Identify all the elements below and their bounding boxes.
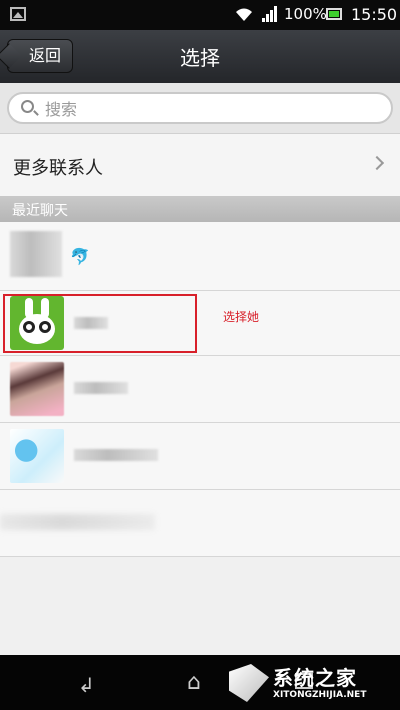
watermark-url: XITONGZHIJIA.NET xyxy=(273,690,367,700)
chevron-right-icon xyxy=(369,155,385,171)
contact-name xyxy=(74,449,158,461)
battery-icon xyxy=(326,8,342,20)
list-item[interactable]: 🐬 xyxy=(0,222,400,291)
contact-name xyxy=(0,514,155,530)
more-contacts-label: 更多联系人 xyxy=(13,158,103,179)
watermark-logo xyxy=(229,664,269,702)
page-title: 选择 xyxy=(180,46,220,70)
avatar xyxy=(10,429,64,483)
image-icon xyxy=(10,7,26,21)
list-item[interactable] xyxy=(0,423,400,490)
back-nav-icon[interactable]: ↲ xyxy=(78,673,95,697)
search-area xyxy=(0,83,400,134)
search-icon xyxy=(21,100,34,113)
wifi-icon xyxy=(234,5,254,27)
home-icon[interactable]: ⌂ xyxy=(187,670,201,695)
search-input[interactable] xyxy=(45,97,365,121)
title-bar: 返回 选择 xyxy=(0,30,400,83)
list-item[interactable] xyxy=(0,356,400,423)
dolphin-icon: 🐬 xyxy=(70,247,90,266)
signal-icon xyxy=(260,6,278,26)
highlight-box xyxy=(3,294,197,353)
avatar xyxy=(10,231,62,277)
watermark: 系统之家 XITONGZHIJIA.NET xyxy=(225,656,400,710)
battery-percent: 100% xyxy=(284,5,327,23)
list-item[interactable] xyxy=(0,490,400,557)
annotation-text: 选择她 xyxy=(223,310,260,324)
search-box[interactable] xyxy=(7,92,393,124)
status-bar: 100% 15:50 xyxy=(0,0,400,30)
watermark-text: 系统之家 xyxy=(273,666,357,690)
section-header: 最近聊天 xyxy=(0,196,400,222)
avatar xyxy=(10,362,64,416)
section-title: 最近聊天 xyxy=(12,203,68,219)
more-contacts-row[interactable]: 更多联系人 xyxy=(0,134,400,196)
contact-name xyxy=(74,382,128,394)
clock: 15:50 xyxy=(351,5,398,24)
